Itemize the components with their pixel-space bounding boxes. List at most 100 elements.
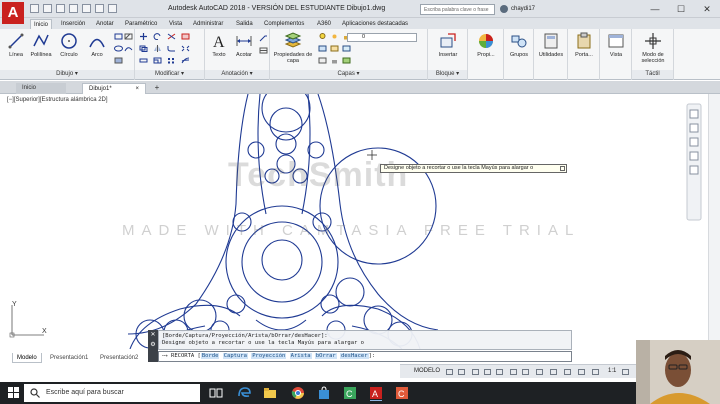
annotation-scale-icon[interactable] [592, 369, 599, 375]
camtasia-editor-icon[interactable]: C [394, 385, 410, 401]
option-borrar[interactable]: bOrrar [314, 353, 337, 359]
ortho-icon[interactable] [472, 369, 479, 375]
save-as-icon[interactable] [69, 4, 78, 13]
taskbar-search-input[interactable]: Escribe aquí para buscar [24, 384, 200, 402]
tab-a360[interactable]: A360 [314, 19, 334, 29]
polar-icon[interactable] [484, 369, 491, 375]
keyword-search-input[interactable]: Escriba palabra clave o frase [420, 4, 495, 15]
lineweight-icon[interactable] [522, 369, 529, 375]
lightbulb-icon[interactable] [318, 33, 327, 40]
tooltip-options-icon[interactable] [560, 166, 565, 171]
tab-salida[interactable]: Salida [233, 19, 256, 29]
customization-icon[interactable] [622, 369, 629, 375]
option-captura[interactable]: Captura [222, 353, 248, 359]
tab-vista[interactable]: Vista [166, 19, 185, 29]
line-tool-button[interactable]: Línea [3, 32, 29, 58]
auto-scale-icon[interactable] [578, 369, 585, 375]
selection-mode-button[interactable]: Modo de selección [636, 32, 670, 64]
maximize-button[interactable]: ☐ [668, 0, 694, 18]
model-space-toggle[interactable]: MODELO [414, 368, 440, 374]
tab-anotar[interactable]: Anotar [93, 19, 117, 29]
panel-dibujo-label[interactable]: Dibujo ▾ [0, 70, 134, 79]
fillet-icon[interactable] [167, 45, 176, 52]
tab-administrar[interactable]: Administrar [190, 19, 226, 29]
layout-tab-presentacion1[interactable]: Presentación1 [46, 353, 92, 363]
new-tab-button[interactable]: + [152, 83, 162, 93]
autocad-logo-button[interactable]: A [2, 2, 24, 24]
ellipse-icon[interactable] [114, 45, 123, 52]
polyline-tool-button[interactable]: Polilínea [28, 32, 54, 58]
move-icon[interactable] [139, 33, 148, 40]
close-button[interactable]: ✕ [694, 0, 720, 18]
file-explorer-icon[interactable] [262, 385, 278, 401]
vertical-scrollbar[interactable] [708, 94, 720, 349]
doc-tab-dibujo1[interactable]: Dibujo1* × [82, 83, 146, 94]
option-borde[interactable]: Borde [200, 353, 220, 359]
gradient-icon[interactable] [114, 57, 123, 64]
groups-button[interactable]: Grupos [506, 32, 532, 58]
layer-match-icon[interactable] [318, 45, 327, 52]
redo-icon[interactable] [108, 4, 117, 13]
viewport-controls[interactable]: [−][Superior][Estructura alámbrica 2D] [7, 97, 108, 103]
layer-properties-button[interactable]: Propiedades de capa [273, 32, 313, 64]
match-properties-button[interactable]: Propi... [472, 32, 500, 58]
edge-browser-icon[interactable] [236, 385, 252, 401]
tab-parametrico[interactable]: Paramétrico [122, 19, 160, 29]
new-file-icon[interactable] [30, 4, 39, 13]
hatch-icon[interactable] [124, 33, 133, 40]
camtasia-recorder-icon[interactable]: C [342, 385, 358, 401]
user-account[interactable]: chaydi17 [500, 5, 535, 13]
chrome-icon[interactable] [290, 385, 306, 401]
tab-complementos[interactable]: Complementos [261, 19, 307, 29]
save-icon[interactable] [56, 4, 65, 13]
view-button[interactable]: Vista [603, 32, 629, 58]
scale-icon[interactable] [153, 57, 162, 64]
trim-icon[interactable] [167, 33, 176, 40]
windows-start-icon[interactable] [8, 387, 20, 399]
command-input[interactable]: ⤏ RECORTA [Borde Captura Proyección Aris… [158, 351, 572, 362]
option-arista[interactable]: Arista [289, 353, 312, 359]
leader-icon[interactable] [259, 35, 268, 42]
layer-lock-icon[interactable] [330, 57, 339, 64]
command-line-handle[interactable]: ✕ ⚙ [148, 330, 158, 362]
mirror-icon[interactable] [153, 45, 162, 52]
autocad-taskbar-icon[interactable]: A [368, 385, 384, 401]
minimize-button[interactable]: — [642, 0, 668, 18]
layer-dropdown[interactable]: 0 [347, 33, 417, 42]
close-command-icon[interactable]: ✕ [148, 330, 158, 340]
layer-current-icon[interactable] [342, 57, 351, 64]
array-icon[interactable] [167, 57, 176, 64]
customize-command-icon[interactable]: ⚙ [148, 340, 158, 350]
tab-aplicaciones-destacadas[interactable]: Aplicaciones destacadas [339, 19, 411, 29]
utilities-button[interactable]: Utilidades [537, 32, 565, 58]
grid-icon[interactable] [446, 369, 453, 375]
doc-tab-inicio[interactable]: Inicio [16, 83, 66, 94]
sun-icon[interactable] [330, 33, 339, 40]
panel-capas-label[interactable]: Capas ▾ [270, 70, 427, 79]
annotation-scale-value[interactable]: 1:1 [608, 368, 616, 374]
store-icon[interactable] [316, 385, 332, 401]
stretch-icon[interactable] [139, 57, 148, 64]
panel-bloque-label[interactable]: Bloque ▾ [428, 70, 467, 79]
drawing-canvas[interactable]: [−][Superior][Estructura alámbrica 2D] D… [0, 94, 720, 349]
arc-tool-button[interactable]: Arco [84, 32, 110, 58]
layer-freeze-icon[interactable] [342, 45, 351, 52]
osnap-icon[interactable] [496, 369, 503, 375]
explode-icon[interactable] [181, 45, 190, 52]
open-file-icon[interactable] [43, 4, 52, 13]
copy-icon[interactable] [139, 45, 148, 52]
otrack-icon[interactable] [510, 369, 517, 375]
table-icon[interactable] [259, 47, 268, 54]
option-deshacer[interactable]: desHacer [340, 353, 369, 359]
tab-insercion[interactable]: Inserción [58, 19, 88, 29]
tab-inicio[interactable]: Inicio [30, 19, 53, 29]
rectangle-icon[interactable] [114, 33, 123, 40]
clipboard-button[interactable]: Porta... [571, 32, 597, 58]
layout-tab-modelo[interactable]: Modelo [12, 353, 42, 363]
layer-isolate-icon[interactable] [330, 45, 339, 52]
annotation-visibility-icon[interactable] [564, 369, 571, 375]
panel-anotacion-label[interactable]: Anotación ▾ [205, 70, 269, 79]
text-tool-button[interactable]: A Texto [206, 32, 232, 58]
snap-icon[interactable] [458, 369, 465, 375]
layout-tab-presentacion2[interactable]: Presentación2 [96, 353, 142, 363]
